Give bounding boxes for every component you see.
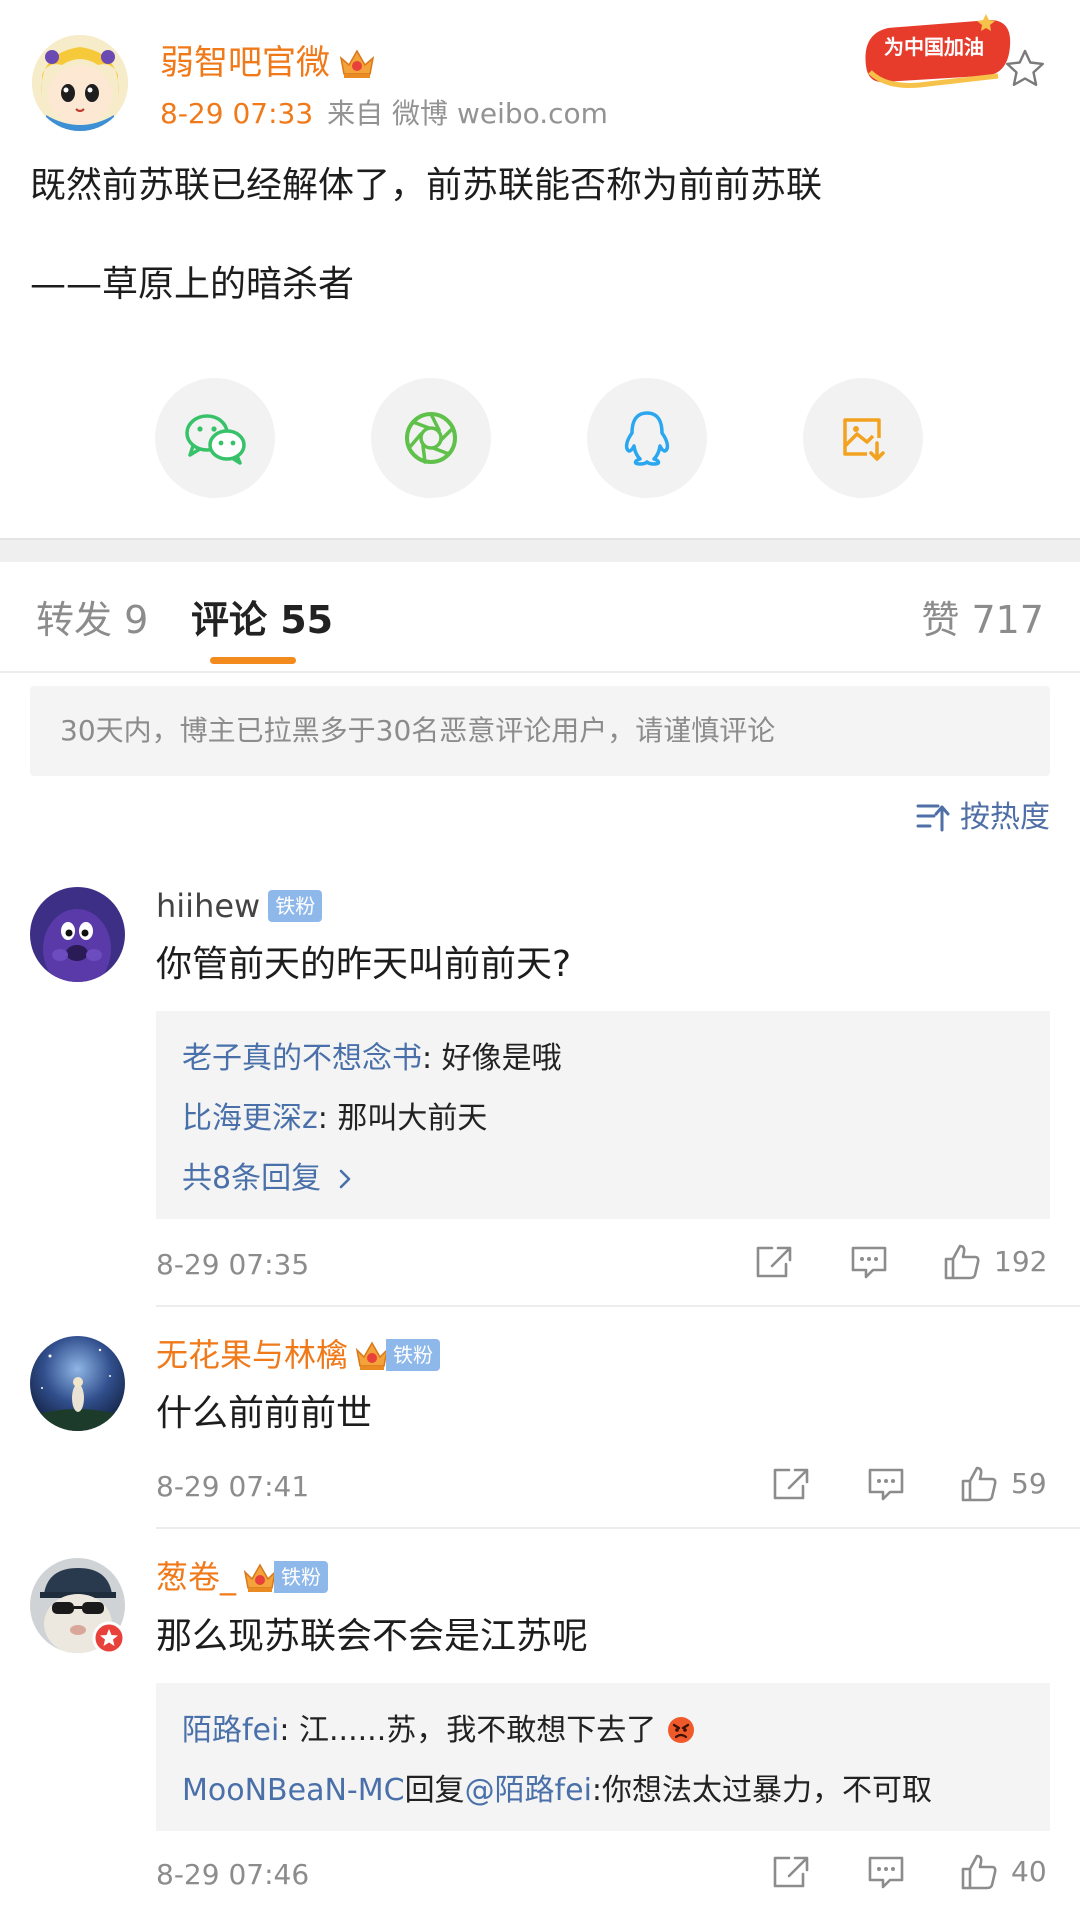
- comment-bubble-icon: [851, 1246, 887, 1279]
- reply-text: 江......苏，我不敢想下去了: [299, 1713, 657, 1748]
- comment-bubble-icon: [868, 1856, 904, 1889]
- comment-username[interactable]: 无花果与林檎 铁粉: [156, 1333, 441, 1377]
- reply-text: 好像是哦: [441, 1041, 562, 1076]
- post-text-line-2: ——草原上的暗杀者: [30, 264, 355, 305]
- like-count: 59: [1011, 1467, 1047, 1500]
- share-qq-button[interactable]: [587, 378, 707, 498]
- comment-username-text[interactable]: 葱卷_: [156, 1555, 236, 1599]
- repost-comment-button[interactable]: [754, 1244, 794, 1280]
- comment-username-text[interactable]: 无花果与林檎: [156, 1333, 348, 1377]
- chevron-right-icon: [339, 1169, 351, 1189]
- favorite-star-icon[interactable]: [1003, 47, 1047, 91]
- view-all-replies-label[interactable]: 共8条回复: [182, 1149, 321, 1209]
- comment-avatar[interactable]: [30, 1336, 125, 1431]
- iron-fan-badge: 铁粉: [268, 890, 323, 922]
- share-out-icon: [756, 1246, 792, 1278]
- reply-preview-box[interactable]: 陌路fei: 江......苏，我不敢想下去了 MooNBeaN-MC回复@陌路…: [156, 1683, 1050, 1831]
- reply-line: 陌路fei: 江......苏，我不敢想下去了: [182, 1701, 1050, 1761]
- cheer-badge[interactable]: 为中国加油: [858, 6, 1016, 90]
- post-time: 8-29 07:33: [160, 97, 314, 130]
- reply-text: :你想法太过暴力，不可取: [591, 1773, 933, 1808]
- like-comment-button[interactable]: 59: [959, 1464, 1047, 1504]
- like-count: 40: [1011, 1855, 1047, 1888]
- reply-separator: :: [279, 1713, 300, 1748]
- reply-line: 比海更深z: 那叫大前天: [182, 1089, 1050, 1149]
- moments-aperture-icon: [405, 412, 457, 464]
- iron-fan-badge: 铁粉: [274, 1561, 329, 1593]
- reply-line: 老子真的不想念书: 好像是哦: [182, 1029, 1050, 1089]
- tab-comments[interactable]: 评论 55: [191, 594, 333, 646]
- reply-verb: 回复: [404, 1773, 465, 1808]
- post-text-line-1: 既然前苏联已经解体了，前苏联能否称为前前苏联: [30, 165, 823, 206]
- comment-time: 8-29 07:35: [156, 1248, 310, 1281]
- post-meta: 8-29 07:33 来自 微博 weibo.com: [160, 96, 608, 132]
- share-moments-button[interactable]: [371, 378, 491, 498]
- author-name[interactable]: 弱智吧官微: [160, 40, 376, 86]
- post-source[interactable]: 来自 微博 weibo.com: [327, 97, 608, 130]
- comment-text: 你管前天的昨天叫前前天?: [156, 944, 572, 985]
- tabs-divider: [0, 671, 1080, 673]
- reply-comment-button[interactable]: [866, 1854, 906, 1892]
- thumbs-up-icon: [944, 1244, 980, 1280]
- qq-penguin-icon: [624, 411, 670, 466]
- reply-mention[interactable]: @陌路fei: [465, 1773, 592, 1808]
- share-save-image-button[interactable]: [803, 378, 923, 498]
- verified-badge-icon: [92, 1621, 126, 1655]
- comment-notice: 30天内，博主已拉黑多于30名恶意评论用户，请谨慎评论: [30, 686, 1050, 776]
- comment-text: 什么前前前世: [156, 1393, 373, 1434]
- reply-username[interactable]: MooNBeaN-MC: [182, 1773, 405, 1808]
- share-wechat-button[interactable]: [155, 378, 275, 498]
- save-image-icon: [843, 418, 885, 461]
- vip-crown-icon: [339, 49, 375, 78]
- vip-crown-icon: [355, 1341, 389, 1370]
- author-name-text[interactable]: 弱智吧官微: [160, 40, 330, 86]
- thumbs-up-icon: [961, 1466, 997, 1502]
- sort-label: 按热度: [960, 800, 1050, 835]
- comment-time: 8-29 07:46: [156, 1858, 310, 1891]
- thumbs-up-icon: [961, 1854, 997, 1890]
- like-comment-button[interactable]: 192: [942, 1242, 1047, 1282]
- tab-likes[interactable]: 赞 717: [921, 594, 1044, 646]
- comment-divider: [156, 1305, 1080, 1307]
- comment-time: 8-29 07:41: [156, 1470, 310, 1503]
- comment-username[interactable]: hiihew 铁粉: [156, 884, 323, 928]
- reply-username[interactable]: 老子真的不想念书: [182, 1041, 422, 1076]
- reply-username[interactable]: 比海更深z: [182, 1101, 318, 1136]
- comment-divider: [156, 1527, 1080, 1529]
- cheer-badge-text: 为中国加油: [884, 35, 984, 59]
- tab-reposts[interactable]: 转发 9: [36, 594, 148, 646]
- angry-face-emoji-icon: [667, 1717, 694, 1743]
- like-count: 192: [994, 1245, 1048, 1278]
- reply-line: MooNBeaN-MC回复@陌路fei:你想法太过暴力，不可取: [182, 1761, 1050, 1821]
- reply-text: 那叫大前天: [337, 1101, 488, 1136]
- reply-separator: :: [317, 1101, 338, 1136]
- like-comment-button[interactable]: 40: [959, 1852, 1047, 1892]
- reply-separator: :: [422, 1041, 442, 1076]
- reply-username[interactable]: 陌路fei: [182, 1713, 279, 1748]
- comment-avatar[interactable]: [30, 887, 125, 982]
- repost-comment-button[interactable]: [771, 1854, 811, 1890]
- repost-comment-button[interactable]: [771, 1466, 811, 1502]
- sort-icon: [916, 804, 950, 832]
- comment-username-text[interactable]: hiihew: [156, 884, 260, 928]
- share-out-icon: [773, 1468, 809, 1500]
- comment-text: 那么现苏联会不会是江苏呢: [156, 1616, 589, 1657]
- vip-crown-icon: [243, 1563, 277, 1592]
- comment-bubble-icon: [868, 1468, 904, 1501]
- wechat-icon: [185, 414, 246, 465]
- section-separator: [0, 538, 1080, 562]
- sort-by-hot-button[interactable]: 按热度: [916, 798, 1050, 838]
- share-out-icon: [773, 1856, 809, 1888]
- author-avatar[interactable]: [32, 35, 128, 131]
- reply-comment-button[interactable]: [866, 1466, 906, 1504]
- view-all-replies-link[interactable]: 共8条回复: [182, 1149, 1050, 1209]
- active-tab-indicator: [210, 657, 296, 664]
- iron-fan-badge: 铁粉: [386, 1339, 441, 1371]
- reply-preview-box[interactable]: 老子真的不想念书: 好像是哦 比海更深z: 那叫大前天 共8条回复: [156, 1011, 1050, 1219]
- comment-username[interactable]: 葱卷_ 铁粉: [156, 1555, 329, 1599]
- reply-comment-button[interactable]: [849, 1244, 889, 1282]
